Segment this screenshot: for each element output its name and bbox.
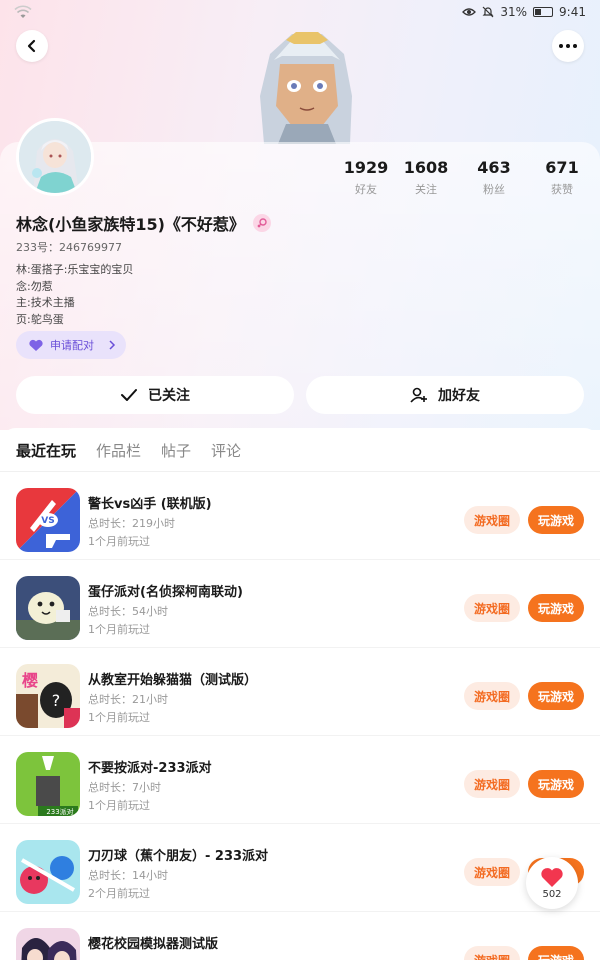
- game-list-item[interactable]: 樱 ? 从教室开始躲猫猫（测试版） 总时长：21小时 1个月前玩过 游戏圈 玩游…: [0, 648, 600, 736]
- game-duration: 总时长：14小时: [88, 869, 168, 882]
- username-row: 林念(小鱼家族特15)《不好惹》: [16, 211, 271, 235]
- bio-line: 念:勿惹: [16, 279, 53, 293]
- game-icon-eggy-party: [16, 576, 80, 640]
- game-circle-button[interactable]: 游戏圈: [464, 858, 520, 886]
- like-count: 502: [542, 888, 562, 900]
- game-icon-dont-press-party: 233派对: [16, 752, 80, 816]
- battery-icon: [533, 7, 554, 17]
- game-circle-button[interactable]: 游戏圈: [464, 506, 520, 534]
- vs-text: VS: [41, 516, 54, 526]
- game-last-played: 1个月前玩过: [88, 711, 150, 724]
- game-name: 蛋仔派对(名侦探柯南联动): [88, 585, 243, 600]
- stat-following[interactable]: 1608 关注: [394, 158, 458, 197]
- female-gender-icon: [252, 214, 271, 232]
- sakura-text: 樱: [22, 671, 38, 690]
- stat-likes[interactable]: 671 获赞: [530, 158, 594, 197]
- game-list-item[interactable]: 刀刃球（蕉个朋友）- 233派对 总时长：14小时 2个月前玩过 游戏圈 玩游戏: [0, 824, 600, 912]
- profile-tabs: 最近在玩 作品栏 帖子 评论: [0, 428, 600, 472]
- game-name: 从教室开始躲猫猫（测试版）: [88, 673, 258, 688]
- heart-icon: [541, 867, 563, 887]
- game-circle-button[interactable]: 游戏圈: [464, 946, 520, 960]
- game-last-played: 1个月前玩过: [88, 799, 150, 812]
- bio-line: 林:蛋搭子:乐宝宝的宝贝: [16, 263, 134, 276]
- stat-label: 粉丝: [483, 183, 505, 196]
- user-id: 233号：246769977: [16, 241, 122, 254]
- avatar-image: [19, 121, 91, 193]
- game-duration: 总时长：21小时: [88, 693, 168, 706]
- username: 林念(小鱼家族特15)《不好惹》: [16, 215, 245, 234]
- followed-button[interactable]: 已关注: [16, 376, 294, 414]
- tab-comments[interactable]: 评论: [211, 440, 241, 461]
- stat-value: 1929: [343, 158, 389, 177]
- game-icon-sheriff-vs-killer: VS: [16, 488, 80, 552]
- bio-line: 页:鸵鸟蛋: [16, 312, 64, 326]
- play-game-button[interactable]: 玩游戏: [528, 770, 584, 798]
- play-game-button[interactable]: 玩游戏: [528, 594, 584, 622]
- game-list-item[interactable]: VS 警长vs凶手 (联机版) 总时长：219小时 1个月前玩过 游戏圈 玩游戏: [0, 472, 600, 560]
- game-icon-hide-and-seek: 樱 ?: [16, 664, 80, 728]
- game-list-item[interactable]: 233派对 不要按派对-233派对 总时长：7小时 1个月前玩过 游戏圈 玩游戏: [0, 736, 600, 824]
- game-name: 警长vs凶手 (联机版): [88, 497, 212, 512]
- play-game-button[interactable]: 玩游戏: [528, 682, 584, 710]
- party233-text: 233派对: [46, 807, 73, 816]
- game-last-played: 1个月前玩过: [88, 535, 150, 548]
- stat-label: 关注: [415, 183, 437, 196]
- character-avatar-figure: [260, 32, 352, 144]
- tab-recently-played[interactable]: 最近在玩: [16, 440, 76, 461]
- chevron-left-icon: [27, 39, 36, 53]
- more-dots-icon: [559, 44, 577, 48]
- stat-label: 好友: [355, 183, 377, 196]
- bio: 林:蛋搭子:乐宝宝的宝贝 念:勿惹 主:技术主播 页:鸵鸟蛋: [16, 262, 133, 328]
- game-duration: 总时长：7小时: [88, 781, 161, 794]
- bio-line: 主:技术主播: [16, 296, 75, 309]
- game-name: 樱花校园模拟器测试版: [88, 937, 219, 952]
- apply-pair-button[interactable]: 申请配对: [16, 331, 126, 359]
- check-icon: [121, 389, 137, 401]
- game-duration: 总时长：54小时: [88, 605, 168, 618]
- game-list-item[interactable]: 樱花校园模拟器测试版 游戏圈 玩游戏: [0, 912, 600, 960]
- game-icon-sakura-school: [16, 928, 80, 960]
- tab-posts[interactable]: 帖子: [161, 440, 191, 461]
- game-icon-blade-ball: [16, 840, 80, 904]
- tab-works[interactable]: 作品栏: [96, 440, 141, 461]
- profile-stats: 1929 好友 1608 关注 463 粉丝 671 获赞: [330, 158, 600, 198]
- stat-value: 1608: [403, 158, 449, 177]
- wifi-icon: [14, 5, 32, 18]
- stat-value: 671: [545, 158, 579, 177]
- add-friend-label: 加好友: [438, 388, 480, 404]
- game-name: 刀刃球（蕉个朋友）- 233派对: [88, 849, 269, 864]
- game-list-item[interactable]: 蛋仔派对(名侦探柯南联动) 总时长：54小时 1个月前玩过 游戏圈 玩游戏: [0, 560, 600, 648]
- game-circle-button[interactable]: 游戏圈: [464, 682, 520, 710]
- heart-icon: [29, 339, 43, 351]
- apply-pair-label: 申请配对: [50, 339, 94, 352]
- like-float-button[interactable]: 502: [526, 857, 578, 909]
- game-name: 不要按派对-233派对: [88, 761, 212, 776]
- game-last-played: 1个月前玩过: [88, 623, 150, 636]
- play-game-button[interactable]: 玩游戏: [528, 506, 584, 534]
- avatar[interactable]: [16, 118, 94, 196]
- add-friend-button[interactable]: 加好友: [306, 376, 584, 414]
- add-user-icon: [410, 387, 427, 403]
- eye-icon: [462, 8, 477, 16]
- play-game-button[interactable]: 玩游戏: [528, 946, 584, 960]
- game-circle-button[interactable]: 游戏圈: [464, 594, 520, 622]
- game-last-played: 2个月前玩过: [88, 887, 150, 900]
- question-text: ?: [52, 691, 61, 710]
- back-button[interactable]: [16, 30, 48, 62]
- followed-label: 已关注: [148, 388, 190, 404]
- game-duration: 总时长：219小时: [88, 517, 175, 530]
- game-circle-button[interactable]: 游戏圈: [464, 770, 520, 798]
- more-button[interactable]: [552, 30, 584, 62]
- battery-percent: 31%: [500, 5, 528, 19]
- mute-bell-icon: [482, 6, 494, 18]
- chevron-right-icon: [109, 340, 116, 350]
- stat-label: 获赞: [551, 183, 573, 196]
- status-bar: 31% 9:41: [0, 0, 600, 26]
- stat-value: 463: [477, 158, 511, 177]
- clock: 9:41: [559, 5, 586, 19]
- stat-friends[interactable]: 1929 好友: [334, 158, 398, 197]
- stat-fans[interactable]: 463 粉丝: [462, 158, 526, 197]
